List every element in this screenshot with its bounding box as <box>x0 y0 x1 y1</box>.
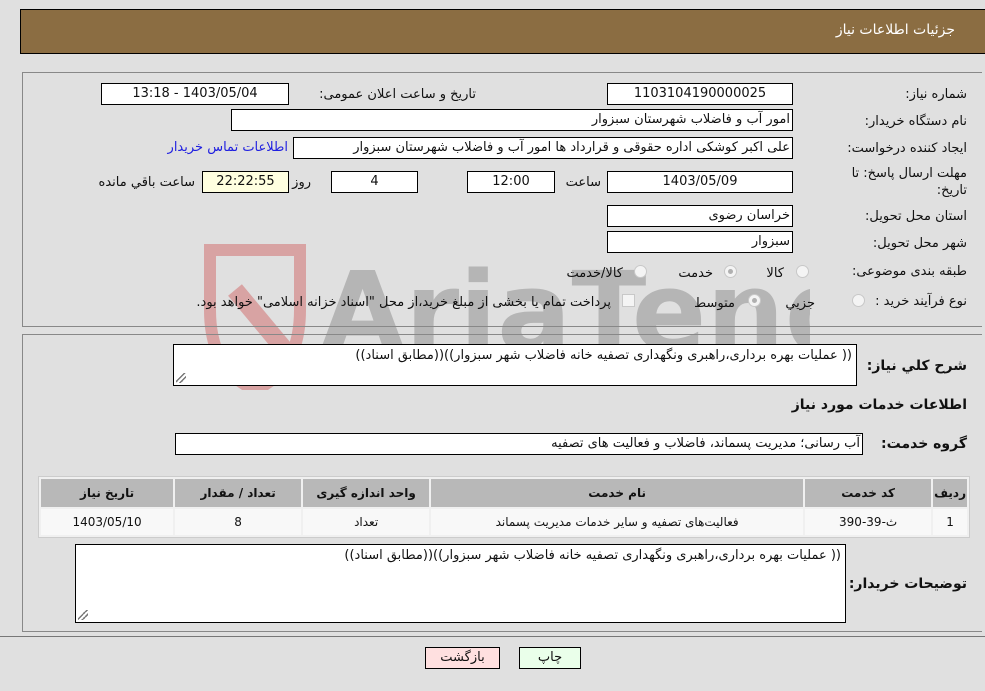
category-radio-service[interactable] <box>724 265 737 278</box>
treasury-note: پرداخت تمام یا بخشی از مبلغ خرید،از محل … <box>196 295 611 310</box>
category-radio-goods-service[interactable] <box>634 265 647 278</box>
province-field: خراسان رضوی <box>607 205 793 227</box>
purchase-type-radio-minor[interactable] <box>852 294 865 307</box>
description-text: (( عملیات بهره برداری،راهبری ونگهداری تص… <box>355 348 852 363</box>
resize-grip-icon[interactable] <box>176 373 186 383</box>
cell-row-number: 1 <box>933 509 967 535</box>
need-number-label: شماره نیاز: <box>905 87 967 102</box>
cell-unit: تعداد <box>303 509 430 535</box>
time-remaining-field: 22:22:55 <box>202 171 289 193</box>
deadline-date-field: 1403/05/09 <box>607 171 793 193</box>
deadline-time-label: ساعت <box>565 175 601 190</box>
back-button[interactable]: بازگشت <box>425 647 500 669</box>
category-label: طبقه بندی موضوعی: <box>851 264 967 279</box>
service-group-field: آب رسانی؛ مدیریت پسماند، فاضلاب و فعالیت… <box>175 433 863 455</box>
description-label: شرح كلي نياز: <box>866 358 967 374</box>
time-remaining-label: ساعت باقي مانده <box>98 175 195 190</box>
announce-datetime-label: تاریخ و ساعت اعلان عمومی: <box>319 87 476 102</box>
deadline-time-field: 12:00 <box>467 171 555 193</box>
table-header-row: ردیف کد خدمت نام خدمت واحد اندازه گیری ت… <box>41 479 967 507</box>
buyer-notes-textarea[interactable]: (( عملیات بهره برداری،راهبری ونگهداری تص… <box>75 544 846 623</box>
need-number-field: 1103104190000025 <box>607 83 793 105</box>
col-header-row-number: ردیف <box>933 479 967 507</box>
city-label: شهر محل تحویل: <box>872 236 967 251</box>
purchase-type-label: نوع فرآیند خرید : <box>875 294 967 309</box>
category-option-goods: کالا <box>766 266 784 281</box>
announce-datetime-field: 1403/05/04 - 13:18 <box>101 83 289 105</box>
col-header-service-name: نام خدمت <box>431 479 804 507</box>
buyer-contact-link[interactable]: اطلاعات تماس خریدار <box>168 140 288 155</box>
table-row: 1 ث-39-390 فعالیت‌های تصفیه و سایر خدمات… <box>41 509 967 535</box>
cell-quantity: 8 <box>175 509 302 535</box>
buyer-org-label: نام دستگاه خریدار: <box>864 114 967 129</box>
cell-need-date: 1403/05/10 <box>41 509 174 535</box>
province-label: استان محل تحویل: <box>865 209 967 224</box>
page-title: جزئیات اطلاعات نیاز <box>835 22 955 38</box>
category-radio-goods[interactable] <box>796 265 809 278</box>
category-option-service: خدمت <box>678 266 713 281</box>
cell-service-code: ث-39-390 <box>805 509 932 535</box>
days-remaining-field: 4 <box>331 171 418 193</box>
purchase-type-option-medium: متوسط <box>694 296 735 311</box>
creator-field: علی اکبر کوشکی اداره حقوقی و قرارداد ها … <box>293 137 793 159</box>
col-header-service-code: کد خدمت <box>805 479 932 507</box>
divider <box>0 636 985 637</box>
services-table-container: ردیف کد خدمت نام خدمت واحد اندازه گیری ت… <box>38 476 970 538</box>
services-table: ردیف کد خدمت نام خدمت واحد اندازه گیری ت… <box>38 476 970 538</box>
treasury-checkbox[interactable] <box>622 294 635 307</box>
purchase-type-option-minor: جزيي <box>785 296 815 311</box>
col-header-need-date: تاریخ نیاز <box>41 479 174 507</box>
resize-grip-icon[interactable] <box>78 610 88 620</box>
col-header-quantity: تعداد / مقدار <box>175 479 302 507</box>
city-field: سبزوار <box>607 231 793 253</box>
buyer-org-field: امور آب و فاضلاب شهرستان سبزوار <box>231 109 793 131</box>
buyer-notes-text: (( عملیات بهره برداری،راهبری ونگهداری تص… <box>344 548 841 563</box>
col-header-unit: واحد اندازه گیری <box>303 479 430 507</box>
cell-service-name: فعالیت‌های تصفیه و سایر خدمات مدیریت پسم… <box>431 509 804 535</box>
description-textarea[interactable]: (( عملیات بهره برداری،راهبری ونگهداری تص… <box>173 344 857 386</box>
category-option-goods-service: کالا/خدمت <box>566 266 623 281</box>
purchase-type-radio-medium[interactable] <box>748 294 761 307</box>
service-group-label: گروه خدمت: <box>881 436 967 452</box>
print-button[interactable]: چاپ <box>519 647 581 669</box>
deadline-label: مهلت ارسال پاسخ: تا تاریخ: <box>851 166 967 198</box>
buyer-notes-label: توضیحات خریدار: <box>848 576 967 592</box>
services-section-title: اطلاعات خدمات مورد نياز <box>791 397 967 413</box>
creator-label: ایجاد کننده درخواست: <box>847 141 967 156</box>
